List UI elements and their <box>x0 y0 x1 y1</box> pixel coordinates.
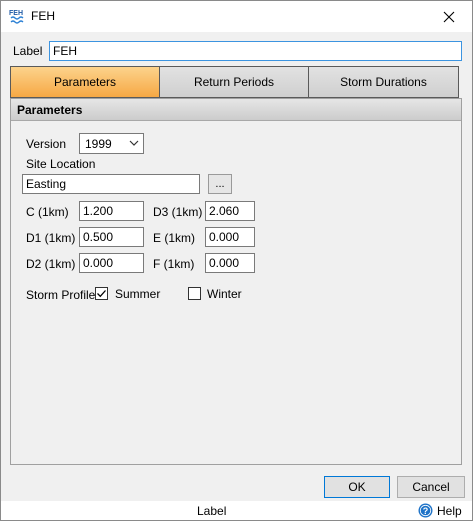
tab-return-periods[interactable]: Return Periods <box>159 66 309 98</box>
version-value: 1999 <box>85 137 112 151</box>
svg-text:?: ? <box>423 506 429 516</box>
summer-checkbox[interactable] <box>95 287 108 300</box>
checkmark-icon <box>97 290 106 298</box>
c-input[interactable] <box>79 201 144 221</box>
d2-label: D2 (1km) <box>26 257 76 271</box>
d1-label: D1 (1km) <box>26 231 76 245</box>
version-dropdown[interactable]: 1999 <box>79 133 144 154</box>
browse-button[interactable]: ... <box>208 174 232 194</box>
d2-input[interactable] <box>79 253 144 273</box>
help-link[interactable]: Help <box>437 504 462 518</box>
version-label: Version <box>26 137 67 151</box>
e-input[interactable] <box>205 227 255 247</box>
close-button[interactable] <box>426 1 472 32</box>
winter-checkbox[interactable] <box>188 287 201 300</box>
tab-parameters[interactable]: Parameters <box>10 66 160 98</box>
d1-input[interactable] <box>79 227 144 247</box>
summer-label: Summer <box>115 287 161 301</box>
d3-label: D3 (1km) <box>153 205 203 219</box>
ok-button[interactable]: OK <box>324 476 390 498</box>
svg-text:FEH: FEH <box>9 10 23 17</box>
site-location-label: Site Location <box>26 157 96 171</box>
e-label: E (1km) <box>153 231 195 245</box>
parameters-panel: Parameters <box>10 98 462 465</box>
label-caption: Label <box>13 44 43 58</box>
tab-strip: Parameters Return Periods Storm Duration… <box>10 66 459 98</box>
tab-storm-durations[interactable]: Storm Durations <box>308 66 459 98</box>
f-input[interactable] <box>205 253 255 273</box>
help-icon[interactable]: ? <box>418 503 433 518</box>
label-input[interactable] <box>49 41 462 61</box>
close-icon <box>443 11 455 22</box>
status-label: Label <box>197 504 227 518</box>
c-label: C (1km) <box>26 205 69 219</box>
window-title: FEH <box>31 9 55 23</box>
chevron-down-icon <box>129 140 139 146</box>
d3-input[interactable] <box>205 201 255 221</box>
feh-dialog: FEH FEH Label Parameters Return Periods … <box>0 0 473 521</box>
feh-app-icon: FEH <box>9 7 27 25</box>
panel-header: Parameters <box>11 99 461 121</box>
storm-profile-label: Storm Profile <box>26 288 96 302</box>
status-bar: Label ? Help <box>1 501 472 520</box>
cancel-button[interactable]: Cancel <box>397 476 465 498</box>
site-location-input[interactable] <box>22 174 200 194</box>
winter-label: Winter <box>207 287 242 301</box>
f-label: F (1km) <box>153 257 195 271</box>
title-bar: FEH FEH <box>1 1 472 32</box>
